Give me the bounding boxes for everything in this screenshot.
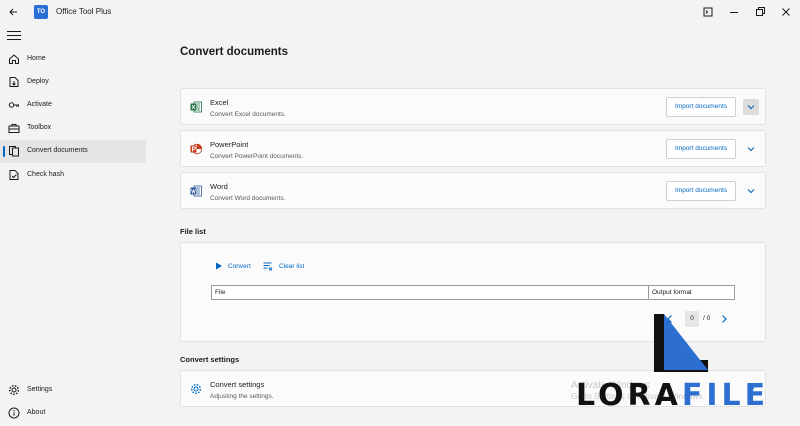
converter-title: Excel	[210, 98, 229, 107]
sidebar-item-check-hash[interactable]: Check hash	[0, 164, 146, 187]
sidebar-item-home[interactable]: Home	[0, 48, 146, 71]
lorafile-watermark: LORAFILE	[576, 300, 800, 426]
powerpoint-icon	[190, 143, 202, 155]
converter-description: Convert Word documents.	[210, 195, 286, 202]
chevron-down-icon	[747, 147, 755, 152]
brand-text-dark: LORA	[576, 378, 682, 413]
toolbox-icon	[8, 124, 20, 133]
chevron-down-icon	[747, 189, 755, 194]
converter-card-word: Word Convert Word documents. Import docu…	[180, 172, 766, 209]
brand-text-blue: FILE	[681, 378, 770, 413]
gear-icon	[190, 383, 202, 395]
sidebar-item-label: Check hash	[27, 171, 64, 178]
close-icon	[782, 8, 790, 16]
info-icon	[8, 407, 20, 419]
convert-label: Convert	[228, 263, 251, 270]
close-button[interactable]	[778, 4, 794, 20]
converter-card-powerpoint: PowerPoint Convert PowerPoint documents.…	[180, 130, 766, 167]
restore-icon	[756, 7, 765, 16]
sidebar-item-toolbox[interactable]: Toolbox	[0, 117, 146, 140]
back-button[interactable]	[6, 4, 22, 20]
menu-toggle-button[interactable]	[6, 28, 22, 42]
app-title: Office Tool Plus	[56, 7, 112, 16]
sidebar-item-label: Deploy	[27, 78, 49, 85]
sidebar-item-label: Activate	[27, 101, 52, 108]
sidebar: Home Deploy Activate Toolbox Convert doc…	[0, 24, 146, 426]
home-icon	[9, 54, 19, 64]
converter-description: Convert Excel documents.	[210, 111, 286, 118]
import-powerpoint-button[interactable]: Import documents	[666, 139, 736, 159]
import-excel-button[interactable]: Import documents	[666, 97, 736, 117]
gear-icon	[8, 384, 20, 396]
expand-word-button[interactable]	[743, 183, 759, 199]
sidebar-item-about[interactable]: About	[0, 402, 146, 425]
deploy-icon	[9, 77, 19, 87]
column-header-output-format[interactable]: Output format	[652, 289, 692, 296]
play-icon	[216, 262, 222, 270]
back-arrow-icon	[9, 8, 17, 16]
converter-description: Convert PowerPoint documents.	[210, 153, 304, 160]
lorafile-logo-icon	[654, 314, 708, 372]
expand-powerpoint-button[interactable]	[743, 141, 759, 157]
sidebar-item-label: Convert documents	[27, 147, 88, 154]
convert-settings-heading: Convert settings	[180, 355, 240, 364]
sidebar-item-label: About	[27, 409, 46, 416]
convert-settings-title: Convert settings	[210, 380, 265, 389]
key-icon	[8, 102, 19, 108]
terminal-icon	[703, 7, 713, 17]
lorafile-wordmark: LORAFILE	[576, 378, 769, 413]
converter-card-excel: Excel Convert Excel documents. Import do…	[180, 88, 766, 125]
app-logo: TO	[34, 5, 48, 19]
column-header-file[interactable]: File	[215, 289, 225, 296]
file-table-header: File Output format	[211, 285, 735, 300]
sidebar-item-label: Toolbox	[27, 124, 52, 131]
sidebar-item-activate[interactable]: Activate	[0, 94, 146, 117]
chevron-down-icon	[747, 105, 755, 110]
page-title: Convert documents	[180, 46, 288, 58]
sidebar-item-settings[interactable]: Settings	[0, 379, 146, 402]
sidebar-item-label: Home	[27, 55, 46, 62]
converter-title: PowerPoint	[210, 140, 249, 149]
word-icon	[190, 185, 202, 197]
minimize-icon	[730, 12, 738, 13]
check-hash-icon	[9, 170, 19, 180]
expand-excel-button[interactable]	[743, 99, 759, 115]
clear-list-label: Clear list	[279, 263, 305, 270]
import-word-button[interactable]: Import documents	[666, 181, 736, 201]
convert-settings-description: Adjusting the settings.	[210, 393, 274, 400]
converter-title: Word	[210, 182, 228, 191]
restore-button[interactable]	[752, 4, 768, 20]
sidebar-item-deploy[interactable]: Deploy	[0, 71, 146, 94]
file-list-heading: File list	[180, 227, 206, 236]
minimize-button[interactable]	[726, 4, 742, 20]
excel-icon	[190, 101, 202, 113]
terminal-button[interactable]	[700, 4, 716, 20]
sidebar-item-label: Settings	[27, 386, 53, 393]
convert-icon	[9, 146, 19, 157]
sidebar-item-convert-documents[interactable]: Convert documents	[0, 140, 146, 163]
clear-list-icon	[263, 262, 273, 271]
title-bar: TO Office Tool Plus	[0, 0, 800, 24]
